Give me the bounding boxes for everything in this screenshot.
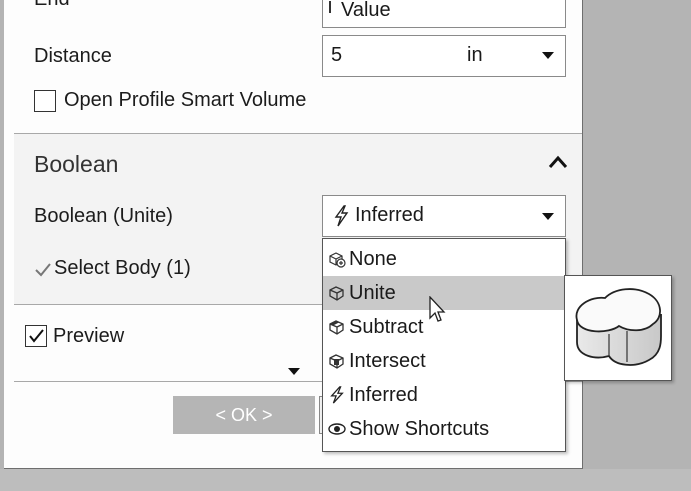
eye-icon [328, 423, 346, 435]
chevron-down-icon[interactable] [542, 213, 554, 220]
menu-item-label: Show Shortcuts [349, 418, 490, 440]
distance-unit: in [467, 44, 483, 66]
ok-button[interactable]: < OK > [173, 396, 315, 434]
chevron-down-icon[interactable] [542, 52, 554, 59]
select-body-label[interactable]: Select Body (1) [54, 257, 191, 280]
open-profile-checkbox[interactable] [34, 90, 56, 112]
menu-item-label: Inferred [349, 384, 418, 406]
united-solid-icon [575, 288, 662, 366]
lightning-icon [330, 386, 344, 404]
distance-value: 5 [331, 44, 343, 66]
expand-chevron-down-icon[interactable] [288, 368, 300, 375]
preview-checkbox[interactable] [25, 325, 47, 347]
boolean-dropdown[interactable]: Inferred [322, 195, 566, 237]
end-value: Value [341, 0, 391, 21]
unite-icon [329, 286, 344, 301]
menu-item-intersect[interactable]: Intersect [323, 344, 565, 378]
subtract-icon [329, 320, 344, 335]
text-cursor [329, 1, 331, 13]
none-icon [329, 252, 346, 268]
boolean-section-title: Boolean [34, 151, 119, 177]
preview-label: Preview [53, 325, 125, 347]
mouse-pointer-icon [429, 296, 446, 322]
collapse-chevron-up-icon[interactable] [548, 154, 568, 170]
end-field[interactable]: Value [322, 0, 566, 28]
checkmark-icon [29, 329, 44, 343]
distance-label: Distance [34, 45, 112, 67]
menu-item-label: None [349, 248, 397, 270]
menu-item-label: Unite [349, 282, 396, 304]
intersect-icon [329, 354, 344, 369]
lightning-icon [334, 205, 349, 227]
menu-item-none[interactable]: None [323, 242, 565, 276]
distance-field[interactable]: 5 in [322, 35, 566, 77]
menu-item-label: Subtract [349, 316, 424, 338]
window-bottom-strip [0, 469, 691, 491]
unite-preview-popup [564, 275, 672, 381]
checkmark-icon [35, 263, 51, 277]
open-profile-label: Open Profile Smart Volume [64, 89, 307, 111]
boolean-label: Boolean (Unite) [34, 205, 173, 227]
boolean-value: Inferred [355, 204, 424, 226]
menu-item-label: Intersect [349, 350, 426, 372]
menu-item-inferred[interactable]: Inferred [323, 378, 565, 412]
menu-item-show-shortcuts[interactable]: Show Shortcuts [323, 412, 565, 446]
end-label: End [34, 0, 70, 11]
boolean-menu: None Unite Subtract Intersect Inferred S… [322, 238, 566, 452]
